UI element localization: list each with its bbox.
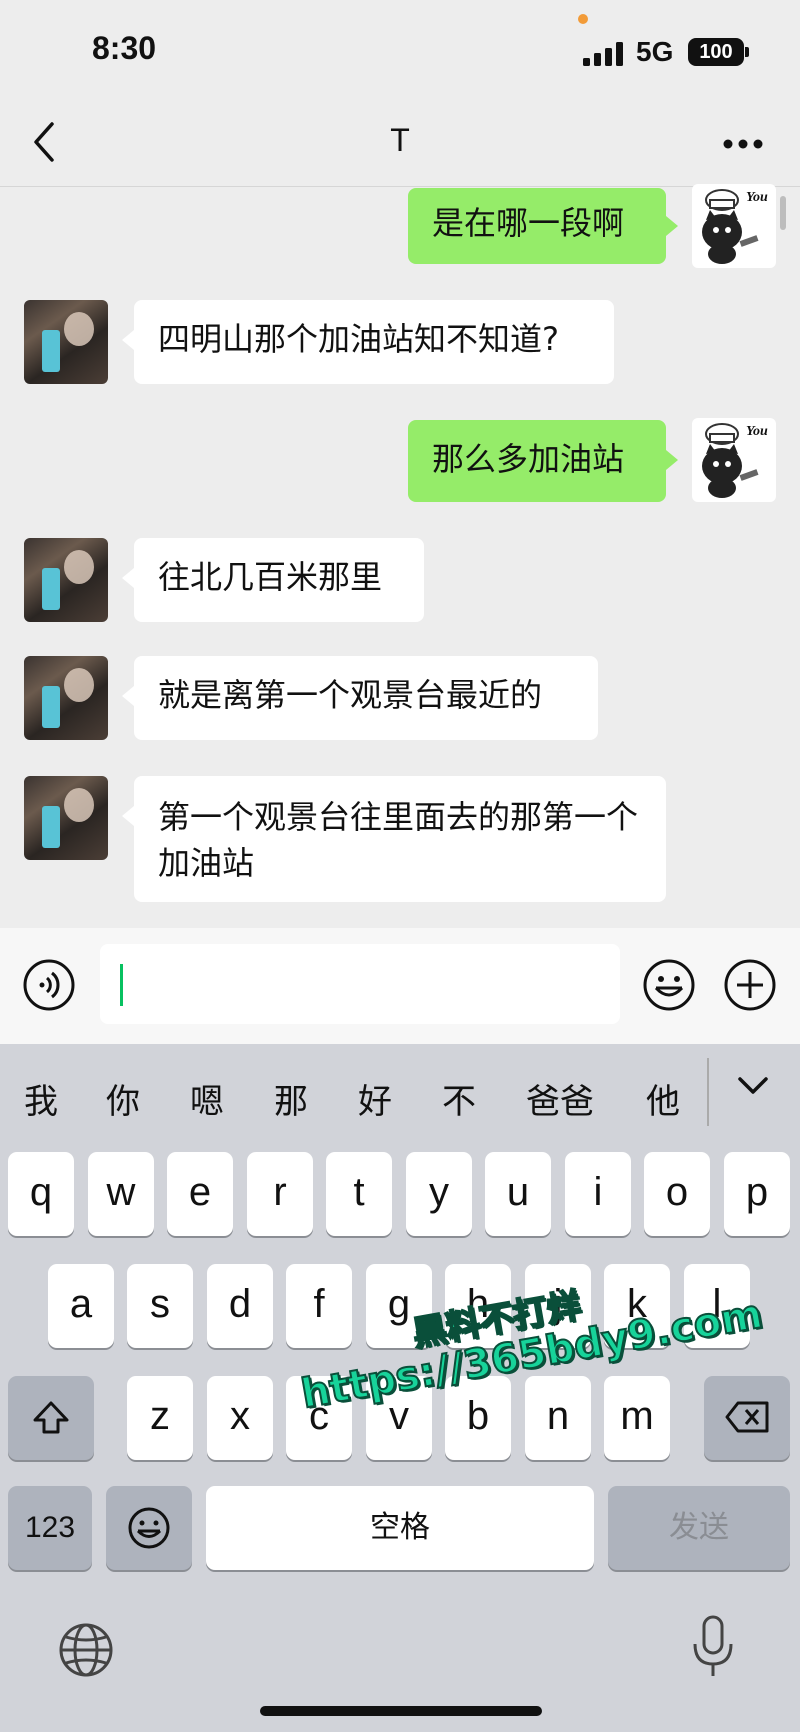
candidate-word[interactable]: 他 [646,1074,680,1123]
battery-icon: 100 [688,38,744,66]
status-indicator-dot [578,14,588,24]
avatar-caption: You [746,190,768,205]
globe-icon[interactable] [58,1622,114,1678]
contact-message-bubble[interactable]: 第一个观景台往里面去的那第一个加油站 [134,776,666,902]
my-avatar[interactable]: You [692,184,776,268]
bubble-tail [122,568,134,588]
shift-key[interactable] [8,1376,94,1460]
key-z[interactable]: z [127,1376,193,1460]
candidate-word[interactable]: 不 [442,1074,476,1123]
bubble-tail [122,330,134,350]
key-s[interactable]: s [127,1264,193,1348]
key-x[interactable]: x [207,1376,273,1460]
text-cursor [120,964,123,1006]
candidate-word[interactable]: 好 [358,1074,392,1123]
backspace-icon [725,1401,769,1433]
shift-icon [33,1401,69,1434]
key-y[interactable]: y [406,1152,472,1236]
key-e[interactable]: e [167,1152,233,1236]
plus-icon[interactable] [723,958,777,1012]
candidate-word[interactable]: 爸爸 [526,1074,594,1123]
key-w[interactable]: w [88,1152,154,1236]
voice-input-icon[interactable] [22,958,76,1012]
cellular-signal-icon [583,42,623,66]
send-key[interactable]: 发送 [608,1486,790,1570]
key-q[interactable]: q [8,1152,74,1236]
contact-avatar[interactable] [24,538,108,622]
key-o[interactable]: o [644,1152,710,1236]
candidate-divider [707,1058,709,1126]
more-options-icon[interactable] [722,138,764,150]
backspace-key[interactable] [704,1376,790,1460]
contact-message-bubble[interactable]: 往北几百米那里 [134,538,424,622]
my-message-bubble[interactable]: 是在哪一段啊 [408,188,666,264]
avatar-caption: You [746,424,768,439]
key-t[interactable]: t [326,1152,392,1236]
network-type: 5G [636,36,674,67]
chat-title: T [390,122,410,158]
my-avatar[interactable]: You [692,418,776,502]
key-m[interactable]: m [604,1376,670,1460]
bubble-tail [666,216,678,236]
contact-avatar[interactable] [24,776,108,860]
contact-message-bubble[interactable]: 就是离第一个观景台最近的 [134,656,598,740]
bubble-tail [122,686,134,706]
key-d[interactable]: d [207,1264,273,1348]
chevron-down-icon[interactable] [736,1074,770,1098]
key-a[interactable]: a [48,1264,114,1348]
battery-nub [745,47,749,57]
space-key[interactable]: 空格 [206,1486,594,1570]
bubble-tail [666,450,678,470]
key-u[interactable]: u [485,1152,551,1236]
key-i[interactable]: i [565,1152,631,1236]
home-indicator [260,1706,542,1716]
my-message-bubble[interactable]: 那么多加油站 [408,420,666,502]
emoji-icon [128,1507,170,1549]
emoji-key[interactable] [106,1486,192,1570]
candidate-word[interactable]: 你 [106,1074,140,1123]
scrollbar[interactable] [780,196,786,230]
nav-divider [0,186,800,187]
contact-avatar[interactable] [24,656,108,740]
microphone-icon[interactable] [690,1614,736,1682]
candidate-word[interactable]: 我 [24,1074,58,1123]
status-time: 8:30 [92,30,157,66]
candidate-word[interactable]: 那 [274,1074,308,1123]
message-input[interactable] [100,944,620,1024]
key-p[interactable]: p [724,1152,790,1236]
candidate-word[interactable]: 嗯 [190,1074,224,1123]
emoji-icon[interactable] [642,958,696,1012]
bubble-tail [122,806,134,826]
numbers-key[interactable]: 123 [8,1486,92,1570]
key-n[interactable]: n [525,1376,591,1460]
key-r[interactable]: r [247,1152,313,1236]
contact-avatar[interactable] [24,300,108,384]
contact-message-bubble[interactable]: 四明山那个加油站知不知道? [134,300,614,384]
